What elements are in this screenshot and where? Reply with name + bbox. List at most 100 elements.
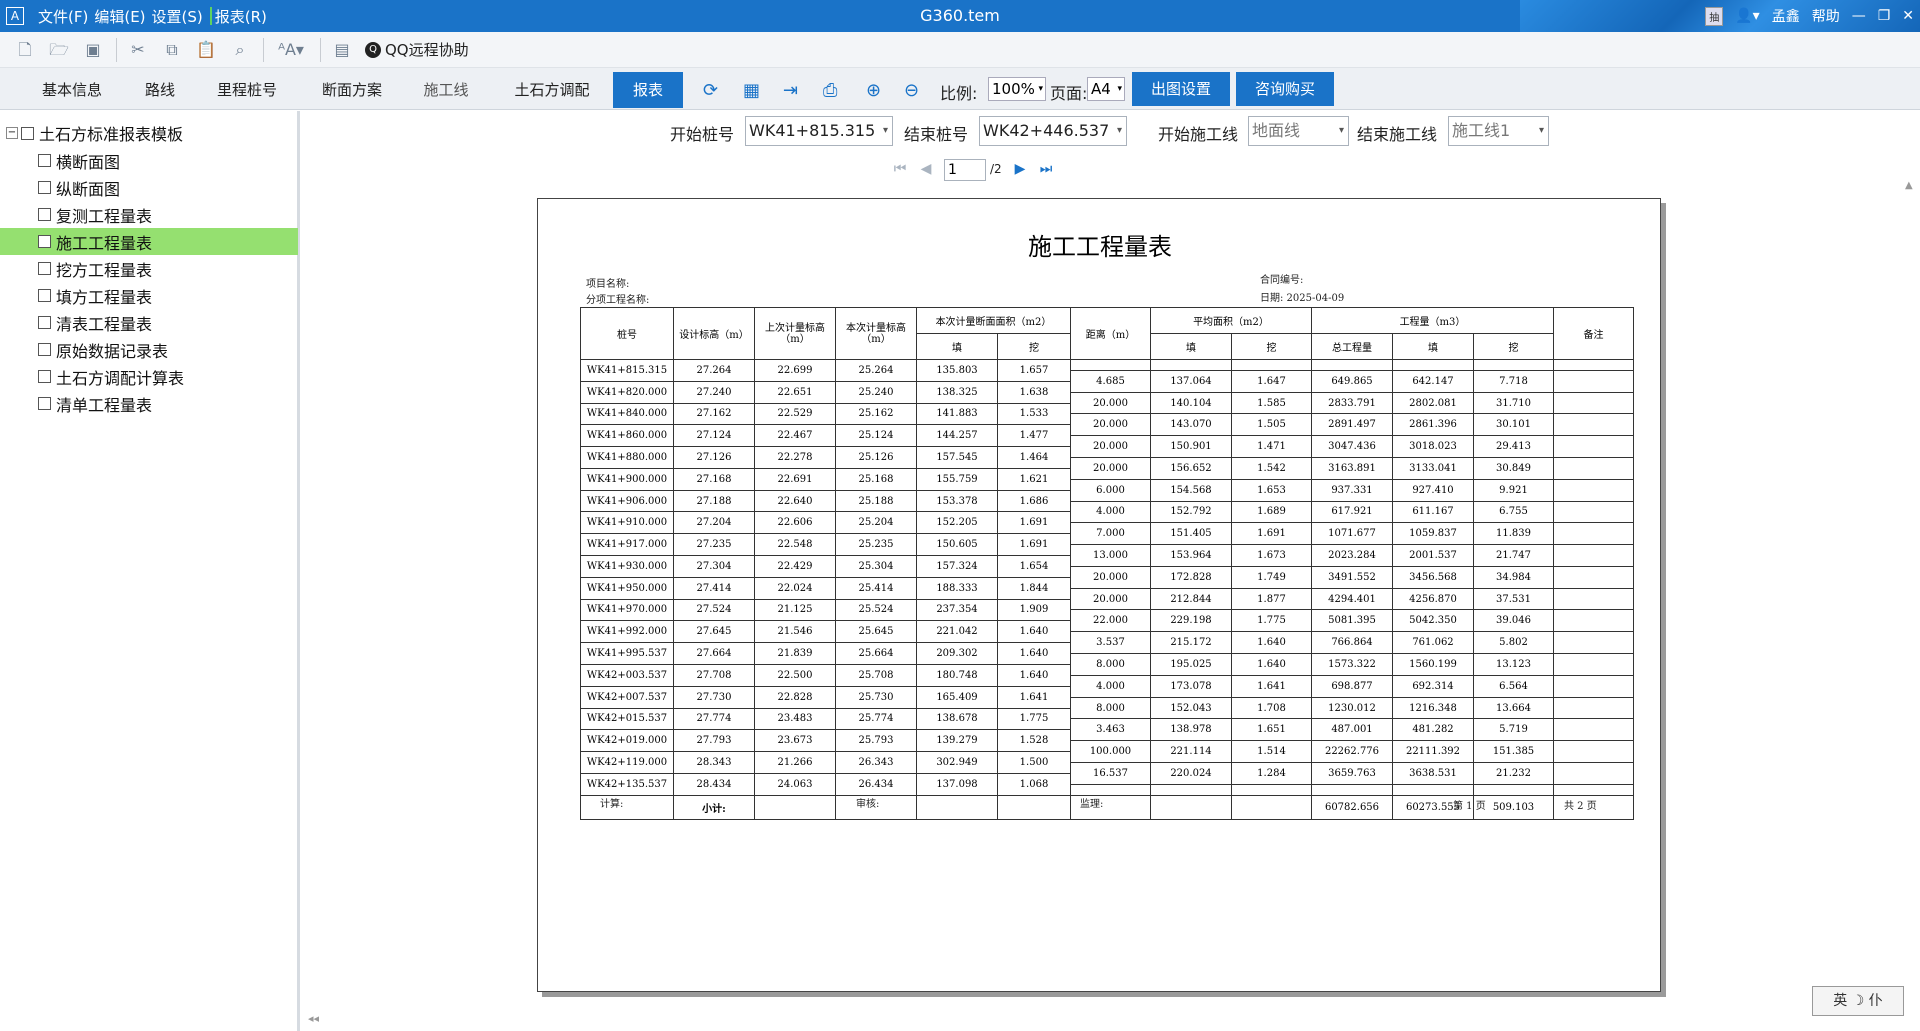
value-cell: 25.162: [835, 402, 917, 426]
close-icon[interactable]: ✕: [1902, 8, 1914, 24]
new-file-icon[interactable]: 🗋: [14, 39, 36, 61]
qq-remote-label: QQ远程协助: [385, 41, 469, 59]
print-settings-button[interactable]: 出图设置: [1132, 72, 1230, 106]
end-station-select[interactable]: WK42+446.537 ▾: [979, 116, 1127, 146]
value-cell: 25.708: [835, 663, 917, 687]
interval-cell: 3638.531: [1392, 761, 1474, 785]
search-icon[interactable]: ⌕: [229, 39, 251, 61]
value-cell: 27.664: [673, 642, 755, 665]
tab-basic-info[interactable]: 基本信息: [30, 72, 114, 108]
tree-item[interactable]: 清单工程量表: [0, 390, 298, 417]
tree-item-selected[interactable]: 施工工程量表: [0, 228, 298, 255]
value-cell: 27.524: [673, 598, 755, 622]
interval-cell: 1.691: [1231, 522, 1312, 546]
tab-report[interactable]: 报表: [613, 72, 683, 108]
value-cell: 27.204: [673, 511, 755, 535]
layout-icon[interactable]: ▦: [743, 80, 760, 101]
refresh-icon[interactable]: ⟳: [703, 80, 718, 101]
value-cell: 302.949: [916, 751, 998, 774]
save-icon[interactable]: ▣: [82, 39, 104, 61]
empty-cell: [1070, 783, 1151, 796]
interval-cell: 3.537: [1070, 631, 1151, 655]
user-icon[interactable]: 👤▾: [1735, 8, 1759, 24]
tree-item[interactable]: 挖方工程量表: [0, 255, 298, 282]
value-cell: 27.774: [673, 707, 755, 731]
consult-buy-button[interactable]: 咨询购买: [1236, 72, 1334, 106]
tab-route[interactable]: 路线: [130, 72, 190, 108]
interval-cell: 156.652: [1150, 457, 1232, 480]
next-page-icon[interactable]: ▶: [1010, 159, 1030, 179]
scale-select[interactable]: 100% ▾: [988, 77, 1046, 101]
value-cell: 1.691: [997, 511, 1071, 535]
first-page-icon[interactable]: ⏮: [890, 159, 910, 179]
interval-cell: 13.123: [1473, 653, 1554, 676]
export-icon[interactable]: ⇥: [783, 80, 798, 101]
tab-section-scheme[interactable]: 断面方案: [310, 72, 394, 108]
remark-cell: [1553, 457, 1634, 480]
copy-icon[interactable]: ⧉: [161, 39, 183, 61]
horizontal-scroll-left-icon[interactable]: ◂◂: [308, 1012, 319, 1025]
tree-item[interactable]: 复测工程量表: [0, 201, 298, 228]
menu-file[interactable]: 文件(F): [38, 6, 88, 27]
checkbox[interactable]: [38, 316, 51, 329]
calculator-icon[interactable]: ▤: [331, 39, 353, 61]
tab-construction-line[interactable]: 施工线: [410, 72, 482, 108]
page-number-input[interactable]: [944, 159, 986, 181]
tab-stations[interactable]: 里程桩号: [205, 72, 289, 108]
ime-indicator[interactable]: 英 ☽ 仆: [1812, 986, 1904, 1016]
font-icon[interactable]: ᴬA▾: [274, 39, 308, 61]
empty-cell: [1311, 783, 1393, 796]
prev-page-icon[interactable]: ◀: [916, 159, 936, 179]
tree-item[interactable]: 清表工程量表: [0, 309, 298, 336]
start-station-select[interactable]: WK41+815.315 ▾: [745, 116, 893, 146]
tree-root[interactable]: − 土石方标准报表模板: [6, 121, 183, 145]
tab-earthwork[interactable]: 土石方调配: [500, 72, 604, 108]
end-line-value: 施工线1: [1452, 121, 1511, 140]
cut-icon[interactable]: ✂: [127, 39, 149, 61]
start-line-select[interactable]: 地面线 ▾: [1248, 116, 1349, 146]
user-name[interactable]: 孟鑫: [1772, 6, 1800, 26]
menu-edit[interactable]: 编辑(E): [94, 6, 145, 27]
checkbox[interactable]: [38, 397, 51, 410]
interval-cell: 4294.401: [1311, 587, 1393, 611]
value-cell: 138.678: [916, 707, 998, 731]
checkbox[interactable]: [38, 154, 51, 167]
print-icon[interactable]: ⎙: [823, 80, 837, 101]
checkbox[interactable]: [38, 343, 51, 356]
checkbox[interactable]: [38, 235, 51, 248]
tree-item[interactable]: 土石方调配计算表: [0, 363, 298, 390]
vertical-scrollbar[interactable]: ▲: [1905, 180, 1920, 191]
interval-cell: 21.232: [1473, 761, 1554, 785]
toolbar-separator: [263, 37, 264, 62]
interval-cell: 1059.837: [1392, 522, 1474, 546]
tree-item[interactable]: 横断面图: [0, 147, 298, 174]
zoom-in-icon[interactable]: ⊕: [866, 80, 881, 101]
tree-item[interactable]: 纵断面图: [0, 174, 298, 201]
collapse-icon[interactable]: −: [6, 127, 18, 139]
menu-settings[interactable]: 设置(S): [152, 6, 203, 27]
page-size-select[interactable]: A4 ▾: [1087, 77, 1125, 101]
checkbox[interactable]: [38, 370, 51, 383]
zoom-out-icon[interactable]: ⊖: [904, 80, 919, 101]
qq-remote-button[interactable]: Q QQ远程协助: [365, 39, 469, 60]
value-cell: 155.759: [916, 467, 998, 491]
restore-icon[interactable]: ❐: [1878, 8, 1891, 24]
ime-badge[interactable]: 抽: [1705, 6, 1724, 26]
end-station-label: 结束桩号: [904, 125, 969, 144]
open-folder-icon[interactable]: 🗁: [48, 39, 70, 61]
last-page-icon[interactable]: ⏭: [1036, 159, 1056, 179]
help-menu[interactable]: 帮助: [1812, 6, 1840, 26]
value-cell: 21.546: [754, 620, 836, 644]
checkbox[interactable]: [21, 126, 34, 140]
checkbox[interactable]: [38, 262, 51, 275]
paste-icon[interactable]: 📋: [195, 39, 217, 61]
tree-item[interactable]: 填方工程量表: [0, 282, 298, 309]
end-line-select[interactable]: 施工线1 ▾: [1448, 116, 1549, 146]
value-cell: 1.640: [997, 663, 1071, 687]
minimize-icon[interactable]: —: [1852, 8, 1866, 24]
checkbox[interactable]: [38, 208, 51, 221]
menu-report[interactable]: 报表(R): [215, 6, 267, 27]
tree-item[interactable]: 原始数据记录表: [0, 336, 298, 363]
checkbox[interactable]: [38, 181, 51, 194]
checkbox[interactable]: [38, 289, 51, 302]
